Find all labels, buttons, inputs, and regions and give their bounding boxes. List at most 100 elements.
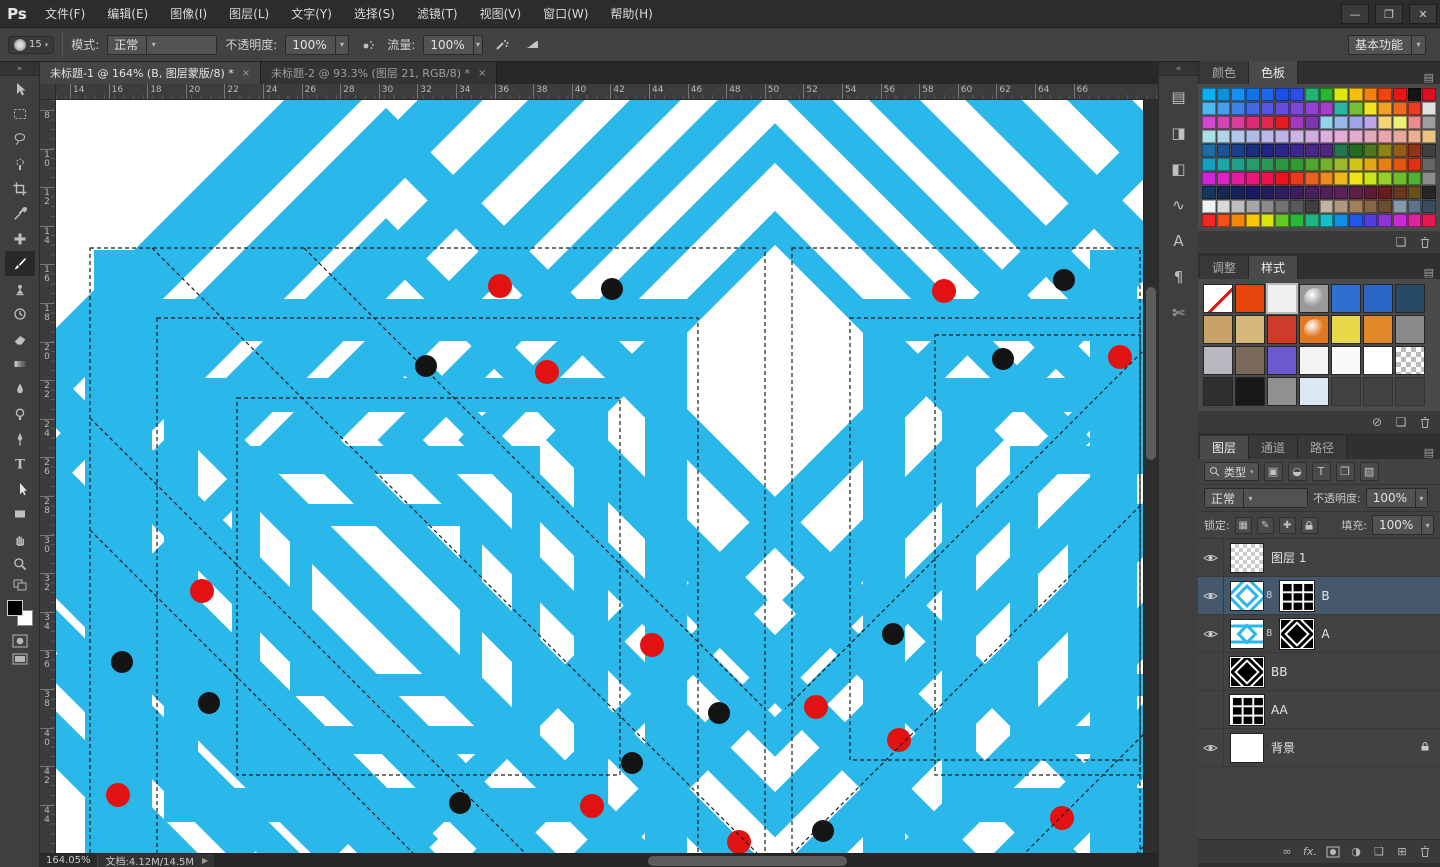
color-swatch[interactable] bbox=[1320, 144, 1334, 157]
style-swatch[interactable] bbox=[1331, 315, 1361, 344]
color-swatch[interactable] bbox=[1202, 158, 1216, 171]
menu-item-7[interactable]: 视图(V) bbox=[469, 0, 533, 28]
color-swatch[interactable] bbox=[1231, 186, 1245, 199]
delete-style-icon[interactable] bbox=[1418, 416, 1432, 429]
layer-style-fx-icon[interactable]: fx. bbox=[1303, 845, 1317, 858]
color-swatch[interactable] bbox=[1275, 88, 1289, 101]
style-swatch[interactable] bbox=[1235, 284, 1265, 313]
color-swatch[interactable] bbox=[1408, 144, 1422, 157]
eraser-tool[interactable] bbox=[5, 326, 35, 351]
color-swatch[interactable] bbox=[1275, 172, 1289, 185]
style-swatch[interactable] bbox=[1299, 346, 1329, 375]
color-swatch[interactable] bbox=[1378, 116, 1392, 129]
clone-stamp-tool[interactable] bbox=[5, 276, 35, 301]
layer-row-背景[interactable]: 背景 bbox=[1198, 729, 1440, 767]
mask-link-icon[interactable]: 8 bbox=[1266, 628, 1272, 639]
color-swatch[interactable] bbox=[1320, 88, 1334, 101]
quick-selection-tool[interactable] bbox=[5, 151, 35, 176]
canvas[interactable] bbox=[56, 100, 1143, 853]
style-swatch[interactable] bbox=[1395, 284, 1425, 313]
color-swatch[interactable] bbox=[1393, 200, 1407, 213]
color-swatch[interactable] bbox=[1408, 200, 1422, 213]
color-swatch[interactable] bbox=[1364, 200, 1378, 213]
style-swatch[interactable] bbox=[1267, 315, 1297, 344]
style-swatch[interactable] bbox=[1331, 346, 1361, 375]
color-swatch[interactable] bbox=[1305, 214, 1319, 227]
color-swatch[interactable] bbox=[1408, 130, 1422, 143]
menu-item-9[interactable]: 帮助(H) bbox=[599, 0, 663, 28]
gradient-tool[interactable] bbox=[5, 351, 35, 376]
lock-position-icon[interactable]: ✚ bbox=[1279, 517, 1296, 534]
color-swatch[interactable] bbox=[1290, 116, 1304, 129]
color-swatch[interactable] bbox=[1378, 144, 1392, 157]
quick-mask-icon[interactable] bbox=[7, 632, 33, 650]
layer-thumbnail[interactable] bbox=[1230, 695, 1264, 725]
menu-item-8[interactable]: 窗口(W) bbox=[532, 0, 599, 28]
color-swatch[interactable] bbox=[1290, 200, 1304, 213]
color-swatch[interactable] bbox=[1261, 144, 1275, 157]
layers-tab-通道[interactable]: 通道 bbox=[1249, 436, 1298, 459]
history-brush-tool[interactable] bbox=[5, 301, 35, 326]
layer-thumbnail[interactable] bbox=[1230, 657, 1264, 687]
color-swatch[interactable] bbox=[1261, 172, 1275, 185]
hand-tool[interactable] bbox=[5, 526, 35, 551]
color-swatch[interactable] bbox=[1364, 186, 1378, 199]
layer-mask-thumbnail[interactable] bbox=[1280, 619, 1314, 649]
color-swatch[interactable] bbox=[1334, 130, 1348, 143]
eye-icon[interactable] bbox=[1203, 743, 1218, 753]
swatches-tab-颜色[interactable]: 颜色 bbox=[1200, 61, 1249, 84]
color-swatch[interactable] bbox=[1202, 116, 1216, 129]
color-swatch[interactable] bbox=[1275, 102, 1289, 115]
layer-thumbnail[interactable] bbox=[1230, 619, 1264, 649]
color-swatch[interactable] bbox=[1217, 102, 1231, 115]
color-swatch[interactable] bbox=[1202, 130, 1216, 143]
color-swatch[interactable] bbox=[1334, 88, 1348, 101]
eyedropper-tool[interactable] bbox=[5, 201, 35, 226]
color-swatch[interactable] bbox=[1334, 186, 1348, 199]
color-swatch[interactable] bbox=[1378, 200, 1392, 213]
color-swatch[interactable] bbox=[1422, 116, 1436, 129]
color-swatch[interactable] bbox=[1320, 130, 1334, 143]
style-swatch[interactable] bbox=[1203, 284, 1233, 313]
zoom-level-field[interactable]: 164.05% bbox=[40, 854, 98, 867]
restore-button[interactable]: ❐ bbox=[1375, 4, 1403, 24]
color-swatch[interactable] bbox=[1305, 172, 1319, 185]
color-swatch[interactable] bbox=[1349, 116, 1363, 129]
color-swatch[interactable] bbox=[1231, 88, 1245, 101]
color-swatch[interactable] bbox=[1275, 130, 1289, 143]
layer-visibility-toggle[interactable] bbox=[1198, 691, 1224, 728]
color-swatch[interactable] bbox=[1364, 214, 1378, 227]
add-layer-mask-icon[interactable] bbox=[1326, 846, 1340, 858]
blend-mode-select[interactable]: 正常▾ bbox=[107, 35, 217, 55]
color-swatch[interactable] bbox=[1261, 158, 1275, 171]
style-swatch[interactable] bbox=[1203, 346, 1233, 375]
document-tab-2[interactable]: 未标题-2 @ 93.3% (图层 21, RGB/8) *× bbox=[261, 62, 497, 84]
color-swatch[interactable] bbox=[1231, 116, 1245, 129]
blur-tool[interactable] bbox=[5, 376, 35, 401]
color-swatch[interactable] bbox=[1202, 172, 1216, 185]
color-swatch[interactable] bbox=[1393, 214, 1407, 227]
color-swatch[interactable] bbox=[1422, 158, 1436, 171]
menu-item-5[interactable]: 选择(S) bbox=[343, 0, 406, 28]
color-swatch[interactable] bbox=[1290, 144, 1304, 157]
layer-opacity-select[interactable]: 100%▾ bbox=[1366, 488, 1428, 508]
color-swatch[interactable] bbox=[1202, 102, 1216, 115]
flow-select[interactable]: 100%▾ bbox=[423, 35, 483, 55]
history-panel-icon[interactable]: ▤ bbox=[1164, 82, 1194, 112]
healing-brush-tool[interactable] bbox=[5, 226, 35, 251]
color-swatch[interactable] bbox=[1305, 158, 1319, 171]
color-swatch[interactable] bbox=[1408, 88, 1422, 101]
new-group-icon[interactable]: ❑ bbox=[1372, 845, 1386, 858]
swatches-panel-menu-icon[interactable]: ▤ bbox=[1418, 71, 1440, 84]
color-swatch[interactable] bbox=[1246, 200, 1260, 213]
color-swatch[interactable] bbox=[1393, 172, 1407, 185]
filter-shape-layers-icon[interactable]: ❒ bbox=[1336, 462, 1355, 481]
layer-filter-type-select[interactable]: 类型 ▾ bbox=[1204, 462, 1259, 481]
layers-panel-menu-icon[interactable]: ▤ bbox=[1418, 446, 1440, 459]
color-swatch[interactable] bbox=[1320, 214, 1334, 227]
move-tool[interactable] bbox=[5, 76, 35, 101]
color-swatch[interactable] bbox=[1422, 172, 1436, 185]
delete-layer-icon[interactable] bbox=[1418, 845, 1432, 858]
pen-tool[interactable] bbox=[5, 426, 35, 451]
color-swatch[interactable] bbox=[1290, 88, 1304, 101]
